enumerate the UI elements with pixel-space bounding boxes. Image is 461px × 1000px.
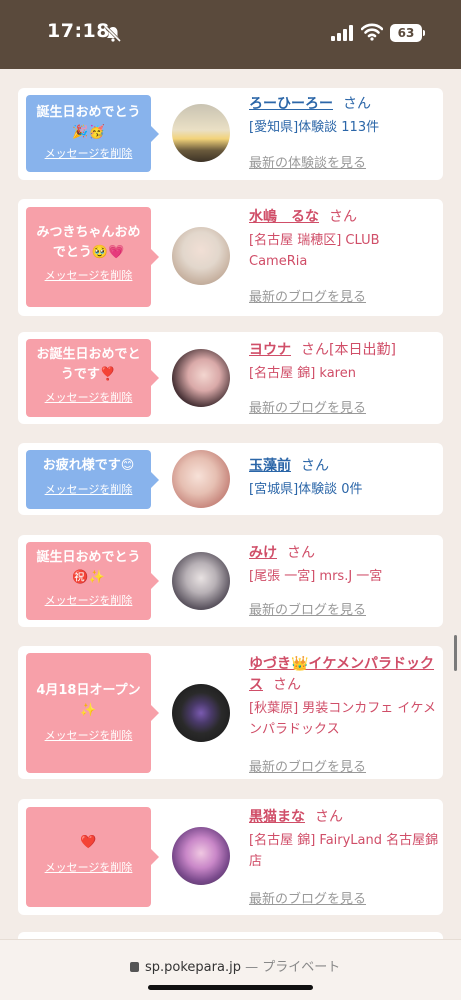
home-indicator[interactable] xyxy=(148,985,313,990)
honorific: さん xyxy=(343,96,371,112)
url-privacy: プライベート xyxy=(262,960,341,975)
status-bar: 17:18 63 xyxy=(0,0,461,69)
user-detail: [尾張 一宮] mrs.J 一宮 xyxy=(249,569,383,584)
cellular-signal-icon xyxy=(331,25,353,41)
message-text: お疲れ様です😊 xyxy=(42,458,135,473)
delete-message-link[interactable]: メッセージを削除 xyxy=(26,267,151,283)
url-separator: — xyxy=(240,960,263,975)
latest-link[interactable]: 最新のブログを見る xyxy=(249,756,366,775)
avatar[interactable] xyxy=(172,552,230,610)
bell-slash-icon xyxy=(104,25,122,43)
honorific: さん xyxy=(301,458,329,474)
user-name-link[interactable]: みけ xyxy=(249,545,277,561)
message-card: 誕生日おめでとう🎉🥳 メッセージを削除 ろーひーろー さん [愛知県]体験談 11… xyxy=(18,88,443,180)
message-bubble: お疲れ様です😊 メッセージを削除 xyxy=(26,450,159,509)
user-detail: [愛知県]体験談 113件 xyxy=(249,120,380,135)
message-bubble: みつきちゃんおめでとう🥹💗 メッセージを削除 xyxy=(26,207,159,307)
message-text: 誕生日おめでとう🎉🥳 xyxy=(36,105,141,140)
message-bubble: お誕生日おめでとうです❣️ メッセージを削除 xyxy=(26,339,159,417)
delete-message-link[interactable]: メッセージを削除 xyxy=(26,481,151,497)
message-text: お誕生日おめでとうです❣️ xyxy=(36,347,141,382)
user-name-link[interactable]: 黒猫まな xyxy=(249,809,305,825)
message-text: 誕生日おめでとう㊗️✨ xyxy=(36,550,141,585)
url-domain: sp.pokepara.jp xyxy=(145,960,241,975)
avatar[interactable] xyxy=(172,104,230,162)
message-card: みつきちゃんおめでとう🥹💗 メッセージを削除 水嶋 るな さん [名古屋 瑞穂区]… xyxy=(18,199,443,316)
message-card: お疲れ様です😊 メッセージを削除 玉藻前 さん [宮城県]体験談 0件 xyxy=(18,443,443,515)
message-card: お誕生日おめでとうです❣️ メッセージを削除 ヨウナ さん[本日出勤] [名古屋 … xyxy=(18,332,443,424)
latest-link[interactable]: 最新のブログを見る xyxy=(249,888,366,907)
message-card: 誕生日おめでとう㊗️✨ メッセージを削除 みけ さん [尾張 一宮] mrs.J … xyxy=(18,535,443,627)
status-time: 17:18 xyxy=(47,20,110,42)
delete-message-link[interactable]: メッセージを削除 xyxy=(26,145,151,161)
user-detail: [秋葉原] 男装コンカフェ イケメンパラドックス xyxy=(249,701,437,737)
message-text: 4月18日オープン✨ xyxy=(36,683,141,718)
honorific: さん[本日出勤] xyxy=(301,342,396,358)
user-name-link[interactable]: ろーひーろー xyxy=(249,96,333,112)
latest-link[interactable]: 最新のブログを見る xyxy=(249,397,366,416)
user-detail: [名古屋 錦] karen xyxy=(249,366,356,381)
avatar[interactable] xyxy=(172,827,230,885)
url-display[interactable]: sp.pokepara.jp — プライベート xyxy=(130,956,340,975)
user-detail: [名古屋 錦] FairyLand 名古屋錦店 xyxy=(249,833,439,869)
honorific: さん xyxy=(273,677,301,693)
user-name-link[interactable]: ヨウナ xyxy=(249,342,291,358)
latest-link[interactable]: 最新のブログを見る xyxy=(249,599,366,618)
user-info: 黒猫まな さん [名古屋 錦] FairyLand 名古屋錦店 xyxy=(249,807,439,872)
delete-message-link[interactable]: メッセージを削除 xyxy=(26,389,151,405)
lock-icon xyxy=(130,962,139,972)
latest-link[interactable]: 最新の体験談を見る xyxy=(249,152,366,171)
url-bar[interactable]: sp.pokepara.jp — プライベート xyxy=(0,939,461,1000)
honorific: さん xyxy=(329,209,357,225)
battery-icon: 63 xyxy=(390,24,422,42)
user-name-link[interactable]: 玉藻前 xyxy=(249,458,291,474)
message-card: 4月18日オープン✨ メッセージを削除 ゆづき👑イケメンパラドックス さん [秋葉… xyxy=(18,646,443,779)
delete-message-link[interactable]: メッセージを削除 xyxy=(26,592,151,608)
honorific: さん xyxy=(315,809,343,825)
message-bubble: 4月18日オープン✨ メッセージを削除 xyxy=(26,653,159,773)
user-info: 玉藻前 さん [宮城県]体験談 0件 xyxy=(249,456,439,500)
honorific: さん xyxy=(287,545,315,561)
user-info: 水嶋 るな さん [名古屋 瑞穂区] CLUB CameRia xyxy=(249,207,439,272)
message-bubble: 誕生日おめでとう🎉🥳 メッセージを削除 xyxy=(26,95,159,172)
avatar[interactable] xyxy=(172,450,230,508)
user-detail: [宮城県]体験談 0件 xyxy=(249,482,363,497)
user-info: みけ さん [尾張 一宮] mrs.J 一宮 xyxy=(249,543,439,587)
user-detail: [名古屋 瑞穂区] CLUB CameRia xyxy=(249,233,380,269)
wifi-icon xyxy=(361,23,383,41)
battery-tip xyxy=(423,30,425,36)
user-info: ゆづき👑イケメンパラドックス さん [秋葉原] 男装コンカフェ イケメンパラドック… xyxy=(249,654,439,740)
message-bubble: ❤️ メッセージを削除 xyxy=(26,807,159,907)
avatar[interactable] xyxy=(172,684,230,742)
user-name-link[interactable]: 水嶋 るな xyxy=(249,209,319,225)
user-info: ヨウナ さん[本日出勤] [名古屋 錦] karen xyxy=(249,340,439,384)
message-text: みつきちゃんおめでとう🥹💗 xyxy=(36,225,141,260)
message-bubble: 誕生日おめでとう㊗️✨ メッセージを削除 xyxy=(26,542,159,620)
message-card: ❤️ メッセージを削除 黒猫まな さん [名古屋 錦] FairyLand 名古屋… xyxy=(18,799,443,915)
delete-message-link[interactable]: メッセージを削除 xyxy=(26,727,151,743)
avatar[interactable] xyxy=(172,349,230,407)
scrollbar-thumb[interactable] xyxy=(454,635,457,671)
message-text: ❤️ xyxy=(80,835,97,850)
delete-message-link[interactable]: メッセージを削除 xyxy=(26,859,151,875)
user-info: ろーひーろー さん [愛知県]体験談 113件 xyxy=(249,94,439,138)
latest-link[interactable]: 最新のブログを見る xyxy=(249,286,366,305)
avatar[interactable] xyxy=(172,227,230,285)
